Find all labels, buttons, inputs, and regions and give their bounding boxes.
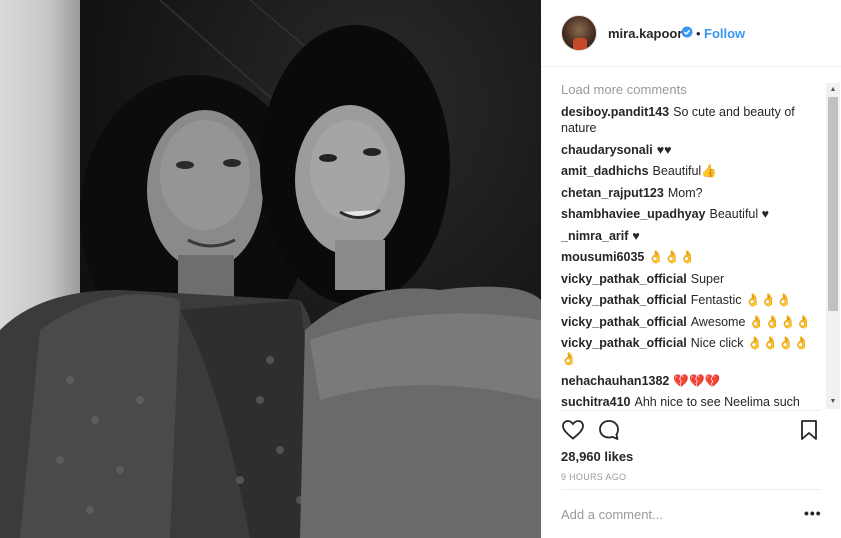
comment-item: chaudarysonali ♥♥: [561, 142, 821, 158]
action-bar: [561, 418, 821, 444]
comment-username[interactable]: vicky_pathak_official: [561, 315, 687, 329]
comment-username[interactable]: shambhaviee_upadhyay: [561, 207, 706, 221]
comment-item: vicky_pathak_official Nice click 👌👌👌👌👌: [561, 335, 821, 367]
comment-username[interactable]: amit_dadhichs: [561, 164, 649, 178]
follow-button[interactable]: Follow: [704, 26, 745, 41]
comment-item: nehachauhan1382 💔💔💔: [561, 373, 821, 389]
scrollbar-thumb[interactable]: [828, 97, 838, 311]
comment-text: Beautiful ♥: [709, 207, 770, 221]
comment-item: vicky_pathak_official Super: [561, 271, 821, 287]
comment-username[interactable]: vicky_pathak_official: [561, 272, 687, 286]
comments-scrollbar[interactable]: ▲ ▼: [826, 83, 840, 409]
load-more-comments-link[interactable]: Load more comments: [561, 82, 821, 97]
comment-item: amit_dadhichs Beautiful👍: [561, 163, 821, 179]
comment-username[interactable]: chaudarysonali: [561, 143, 653, 157]
comment-username[interactable]: suchitra410: [561, 395, 630, 409]
comment-text: 👌👌👌: [648, 250, 696, 264]
comment-text: Beautiful👍: [652, 164, 717, 178]
post-photo[interactable]: [0, 0, 541, 538]
comment-username[interactable]: vicky_pathak_official: [561, 293, 687, 307]
comment-text: ♥: [632, 228, 640, 243]
more-options-icon[interactable]: •••: [804, 505, 822, 521]
comment-username[interactable]: desiboy.pandit143: [561, 105, 669, 119]
comment-item: vicky_pathak_official Fentastic 👌👌👌: [561, 292, 821, 308]
username-link[interactable]: mira.kapoor: [608, 26, 682, 41]
comment-text: Awesome 👌👌👌👌: [690, 314, 812, 329]
post-details-panel: mira.kapoor • Follow Load more comments …: [541, 0, 841, 538]
comment-item: suchitra410 Ahh nice to see Neelima such …: [561, 394, 821, 410]
comment-item: mousumi6035 👌👌👌: [561, 249, 821, 265]
separator-dot: •: [696, 26, 701, 41]
comment-item: _nimra_arif ♥: [561, 228, 821, 244]
comment-item: desiboy.pandit143 So cute and beauty of n…: [561, 104, 821, 136]
likes-count[interactable]: 28,960 likes: [561, 449, 633, 464]
post-timestamp[interactable]: 9 HOURS AGO: [561, 472, 626, 482]
avatar[interactable]: [561, 15, 597, 51]
heart-icon[interactable]: [561, 418, 585, 442]
comment-item: chetan_rajput123 Mom?: [561, 185, 821, 201]
photo-figures: [0, 0, 541, 538]
comment-text: 💔💔💔: [673, 373, 721, 388]
add-comment-input[interactable]: [561, 506, 791, 522]
comment-username[interactable]: vicky_pathak_official: [561, 336, 687, 350]
comments-list: Load more comments desiboy.pandit143 So c…: [561, 80, 821, 410]
comment-username[interactable]: chetan_rajput123: [561, 186, 664, 200]
comment-text: Mom?: [667, 185, 703, 200]
bookmark-icon[interactable]: [797, 418, 821, 442]
post-header: mira.kapoor • Follow: [541, 0, 841, 67]
comment-username[interactable]: nehachauhan1382: [561, 374, 669, 388]
comment-username[interactable]: mousumi6035: [561, 250, 644, 264]
scroll-down-arrow-icon[interactable]: ▼: [826, 395, 840, 409]
comment-text: ♥♥: [656, 142, 672, 157]
comment-bubble-icon[interactable]: [597, 418, 621, 442]
comment-item: vicky_pathak_official Awesome 👌👌👌👌: [561, 314, 821, 330]
comment-text: Fentastic 👌👌👌: [690, 293, 792, 307]
verified-badge-icon: [681, 26, 693, 38]
actions-divider: [561, 410, 821, 411]
avatar-figure: [573, 38, 587, 50]
comment-username[interactable]: _nimra_arif: [561, 229, 628, 243]
comment-item: shambhaviee_upadhyay Beautiful ♥: [561, 206, 821, 222]
composer-divider: [561, 489, 821, 490]
comment-text: Super: [690, 271, 725, 286]
scroll-up-arrow-icon[interactable]: ▲: [826, 83, 840, 97]
